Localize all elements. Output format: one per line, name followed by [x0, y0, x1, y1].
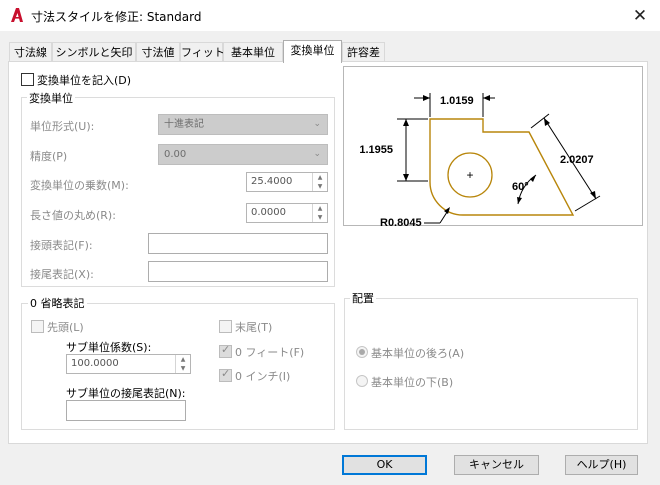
spin-up-icon[interactable]: ▲	[313, 204, 327, 213]
spin-up-icon[interactable]: ▲	[313, 173, 327, 182]
tab-tolerances[interactable]: 許容差	[342, 42, 385, 62]
preview-angle: 60°	[512, 181, 529, 193]
display-alt-units-label: 変換単位を記入(D)	[37, 74, 132, 87]
display-alt-units-checkbox[interactable]	[21, 73, 34, 86]
sub-units-suffix-label: サブ単位の接尾表記(N):	[66, 387, 186, 400]
leading-label: 先頭(L)	[47, 321, 84, 334]
sub-units-factor-value: 100.0000	[71, 358, 119, 369]
ok-button[interactable]: OK	[342, 455, 427, 475]
zero-inches-checkbox[interactable]	[219, 367, 232, 382]
preview-dim-left: 1.1955	[359, 144, 393, 156]
center-mark-icon: +	[466, 168, 473, 182]
round-label: 長さ値の丸め(R):	[30, 209, 116, 222]
multiplier-spinner[interactable]: 25.4000 ▲ ▼	[246, 172, 328, 192]
cancel-button[interactable]: キャンセル	[454, 455, 539, 475]
after-primary-label: 基本単位の後ろ(A)	[371, 347, 465, 360]
precision-label: 精度(P)	[30, 150, 68, 163]
unit-format-select[interactable]: 十進表記 ⌄	[158, 114, 328, 135]
tab-dimension-lines[interactable]: 寸法線	[9, 42, 52, 62]
unit-format-label: 単位形式(U):	[30, 120, 95, 133]
round-value: 0.0000	[251, 207, 286, 218]
precision-select[interactable]: 0.00 ⌄	[158, 144, 328, 165]
placement-group-label: 配置	[350, 290, 376, 306]
spin-up-icon[interactable]: ▲	[176, 355, 190, 364]
trailing-label: 末尾(T)	[235, 321, 273, 334]
leading-checkbox[interactable]	[31, 320, 44, 333]
preview-drawing: 1.0159 1.1955 2.0207 60° R0.8045 +	[359, 93, 601, 229]
after-primary-radio[interactable]	[356, 346, 368, 358]
chevron-down-icon: ⌄	[313, 149, 321, 159]
preview-image: 1.0159 1.1955 2.0207 60° R0.8045 +	[343, 66, 643, 229]
sub-units-suffix-input[interactable]	[66, 400, 186, 421]
round-spinner[interactable]: 0.0000 ▲ ▼	[246, 203, 328, 223]
sub-units-factor-label: サブ単位係数(S):	[66, 341, 152, 354]
spin-down-icon[interactable]: ▼	[313, 213, 327, 222]
below-primary-radio[interactable]	[356, 375, 368, 387]
preview-radius: R0.8045	[380, 217, 422, 227]
alt-units-group-label: 変換単位	[27, 90, 75, 106]
precision-value: 0.00	[164, 149, 187, 160]
tab-text[interactable]: 寸法値	[136, 42, 180, 62]
preview-dim-right: 2.0207	[560, 154, 594, 166]
title-bar: 寸法スタイルを修正: Standard ✕	[0, 0, 660, 31]
window-title: 寸法スタイルを修正: Standard	[31, 10, 202, 24]
trailing-checkbox[interactable]	[219, 320, 232, 333]
prefix-label: 接頭表記(F):	[30, 239, 93, 252]
help-button[interactable]: ヘルプ(H)	[565, 455, 638, 475]
unit-format-value: 十進表記	[164, 119, 204, 130]
zero-feet-label: 0 フィート(F)	[235, 346, 305, 359]
close-icon[interactable]: ✕	[626, 4, 654, 28]
spin-down-icon[interactable]: ▼	[176, 364, 190, 373]
chevron-down-icon: ⌄	[313, 119, 321, 129]
tab-primary-units[interactable]: 基本単位	[223, 42, 283, 62]
autocad-logo-icon	[11, 8, 23, 22]
tab-fit[interactable]: フィット	[180, 42, 225, 62]
placement-group	[344, 298, 638, 430]
zero-suppression-group-label: 0 省略表記	[28, 295, 87, 311]
prefix-input[interactable]	[148, 233, 328, 254]
suffix-label: 接尾表記(X):	[30, 268, 94, 281]
sub-units-factor-spinner[interactable]: 100.0000 ▲ ▼	[66, 354, 191, 374]
multiplier-value: 25.4000	[251, 176, 293, 187]
below-primary-label: 基本単位の下(B)	[371, 376, 454, 389]
tab-symbols-arrows[interactable]: シンボルと矢印	[52, 42, 136, 62]
tab-alternate-units[interactable]: 変換単位	[283, 40, 342, 63]
zero-inches-label: 0 インチ(I)	[235, 370, 291, 383]
preview-dim-top: 1.0159	[440, 95, 474, 107]
zero-feet-checkbox[interactable]	[219, 343, 232, 358]
spin-down-icon[interactable]: ▼	[313, 182, 327, 191]
suffix-input[interactable]	[148, 261, 328, 282]
multiplier-label: 変換単位の乗数(M):	[30, 179, 129, 192]
